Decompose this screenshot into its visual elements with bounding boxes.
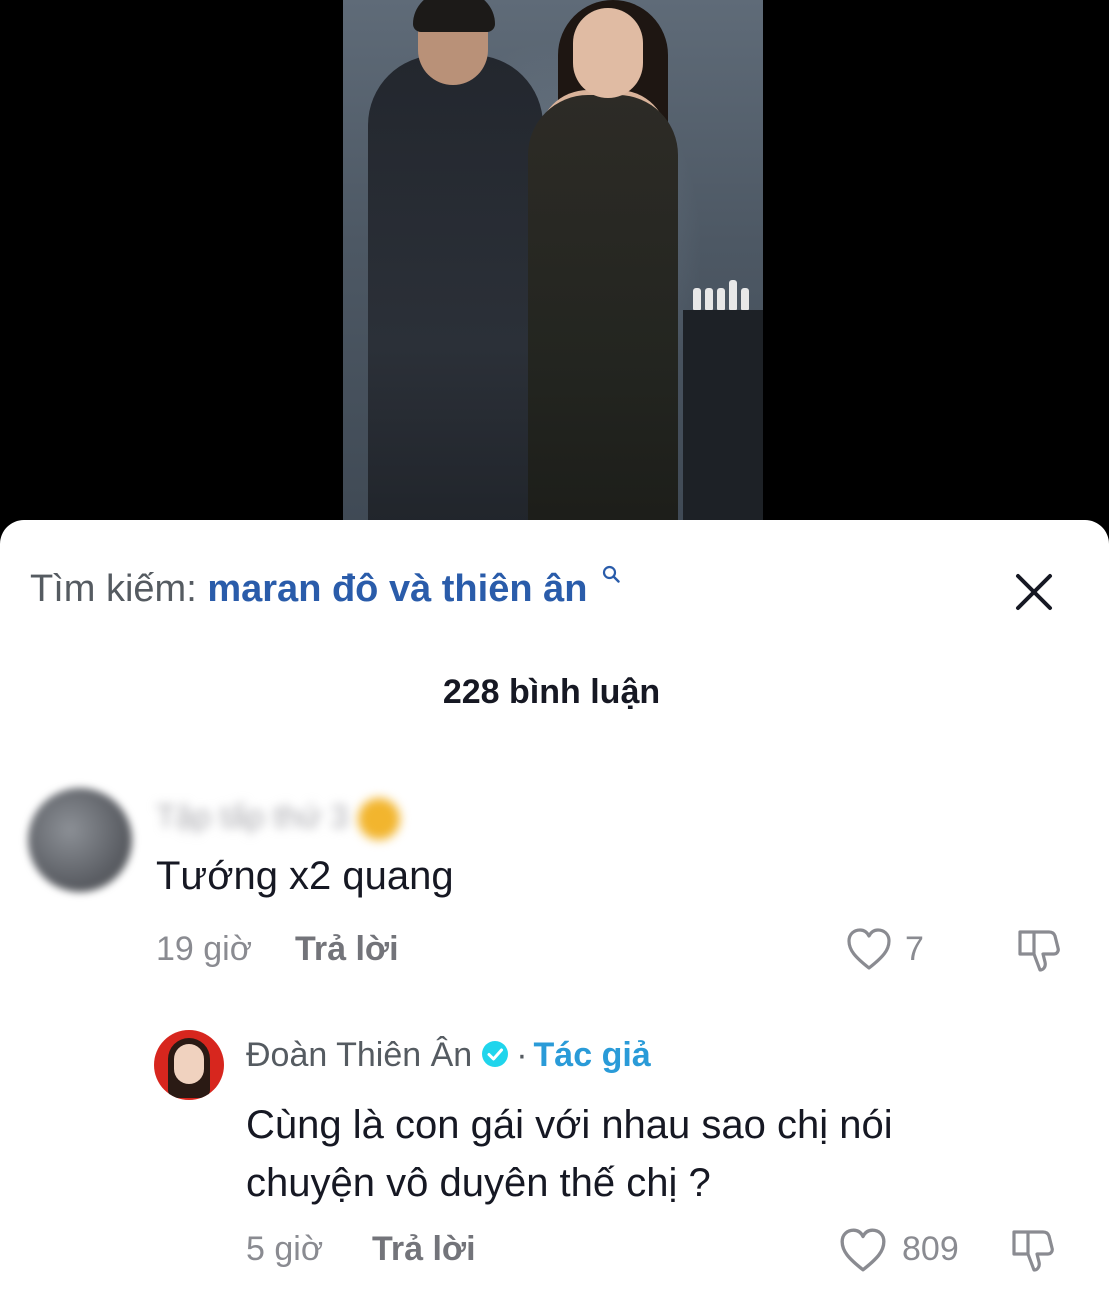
comment-username-blurred[interactable]: Tập tấp thứ 3 bbox=[156, 798, 401, 840]
comment-text: Cùng là con gái với nhau sao chị nói chu… bbox=[246, 1103, 893, 1205]
search-icon bbox=[602, 550, 620, 583]
comment-text: Tướng x2 quang bbox=[156, 854, 454, 898]
avatar[interactable] bbox=[154, 1030, 224, 1100]
search-prefix: Tìm kiếm: bbox=[30, 568, 197, 610]
like-button[interactable] bbox=[838, 1226, 888, 1274]
dislike-icon bbox=[1012, 1230, 1054, 1272]
search-query-link[interactable]: maran đô và thiên ân bbox=[207, 568, 587, 610]
close-icon bbox=[1016, 574, 1052, 610]
verified-icon bbox=[480, 1039, 510, 1069]
like-button[interactable] bbox=[845, 926, 893, 972]
reply-header: Đoàn Thiên Ân · Tác giả bbox=[246, 1036, 651, 1075]
reply-button[interactable]: Trả lời bbox=[295, 930, 399, 969]
dislike-icon bbox=[1018, 930, 1060, 972]
dislike-button[interactable] bbox=[1014, 924, 1064, 974]
separator: · bbox=[516, 1036, 528, 1074]
search-suggestion[interactable]: Tìm kiếm: maran đô và thiên ân bbox=[30, 565, 620, 611]
close-button[interactable] bbox=[1012, 570, 1056, 614]
comments-sheet: Tìm kiếm: maran đô và thiên ân 228 bình … bbox=[0, 520, 1109, 1302]
reply-button[interactable]: Trả lời bbox=[372, 1230, 476, 1269]
laughing-emoji-icon bbox=[358, 798, 401, 840]
username[interactable]: Đoàn Thiên Ân bbox=[246, 1036, 472, 1074]
dislike-button[interactable] bbox=[1008, 1224, 1058, 1274]
comment-count: 228 bình luận bbox=[442, 673, 661, 711]
like-count: 809 bbox=[902, 1230, 959, 1268]
author-badge: Tác giả bbox=[533, 1036, 651, 1074]
avatar[interactable] bbox=[28, 788, 132, 892]
video-area[interactable] bbox=[0, 0, 1109, 560]
heart-icon bbox=[847, 928, 891, 970]
comment-time: 19 giờ bbox=[156, 930, 253, 968]
heart-icon bbox=[840, 1228, 886, 1272]
post-photo bbox=[343, 0, 763, 540]
like-count: 7 bbox=[905, 930, 924, 968]
comment-time: 5 giờ bbox=[246, 1230, 324, 1268]
